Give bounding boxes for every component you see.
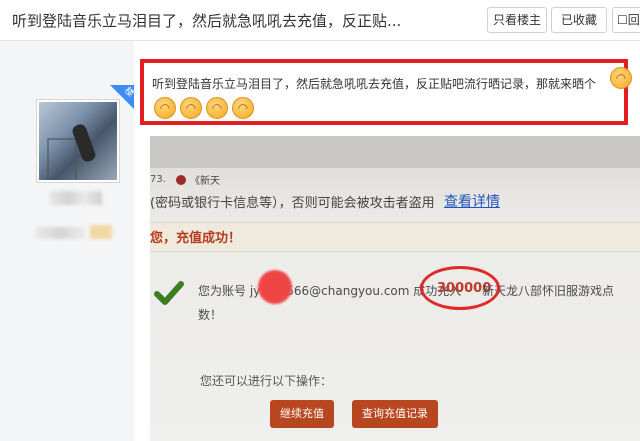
- photo-more-ops: 您还可以进行以下操作：: [200, 374, 333, 388]
- photo-tab-name: 《新天: [190, 176, 220, 187]
- photo-query-button: 查询充值记录: [352, 400, 438, 428]
- emoji-icon: ◠: [610, 67, 632, 89]
- thread-header: 听到登陆音乐立马泪目了，然后就急吼吼去充值，反正贴... 只看楼主 已收藏 ☐回: [0, 0, 640, 41]
- redaction-blob: [258, 270, 292, 304]
- amount-highlight-circle: [420, 266, 500, 310]
- photo-game-name: 新天龙八部怀旧服游戏点: [482, 284, 615, 298]
- emoji-icon: ◠: [154, 97, 176, 119]
- blurred-username: [50, 191, 102, 205]
- photo-success-text: 您，充值成功！: [150, 231, 242, 246]
- thread-title: 听到登陆音乐立马泪目了，然后就急吼吼去充值，反正贴...: [12, 12, 402, 30]
- avatar[interactable]: [36, 99, 120, 183]
- avatar-tower-shape: [47, 138, 77, 180]
- avatar-image: [39, 102, 117, 180]
- photo-tab-icon: [176, 175, 186, 185]
- post-text: 听到登陆音乐立马泪目了，然后就急吼吼去充值，反正贴吧流行晒记录，那就来晒个: [152, 77, 597, 91]
- photo-tab-number: 73.: [150, 174, 166, 185]
- photo-details-link: 查看详情: [444, 194, 500, 210]
- photo-account-prefix: 您为账号 jy: [198, 284, 261, 298]
- blurred-level-badge: [90, 225, 112, 239]
- author-sidebar: 楼主: [0, 41, 135, 441]
- favorited-button[interactable]: 已收藏: [551, 7, 607, 33]
- reply-button[interactable]: ☐回: [612, 7, 640, 33]
- photo-warning-text: (密码或银行卡信息等），否则可能会被攻击者盗用: [150, 196, 435, 211]
- emoji-icon: ◠: [206, 97, 228, 119]
- emoji-icon: ◠: [232, 97, 254, 119]
- emoji-icon: ◠: [180, 97, 202, 119]
- post-content-highlight: 听到登陆音乐立马泪目了，然后就急吼吼去充值，反正贴吧流行晒记录，那就来晒个 ◠ …: [140, 59, 632, 125]
- reply-label: 回: [627, 13, 640, 27]
- checkmark-icon: [154, 281, 184, 305]
- photo-browser-chrome: [150, 136, 640, 168]
- recharge-screenshot-photo[interactable]: 73. 《新天 (密码或银行卡信息等），否则可能会被攻击者盗用 查看详情 您，充…: [150, 136, 640, 441]
- only-op-button[interactable]: 只看楼主: [487, 7, 547, 33]
- blurred-level: [35, 227, 85, 239]
- photo-line2: 数！: [198, 308, 223, 322]
- reply-icon: ☐: [617, 13, 628, 27]
- photo-continue-button: 继续充值: [270, 400, 334, 428]
